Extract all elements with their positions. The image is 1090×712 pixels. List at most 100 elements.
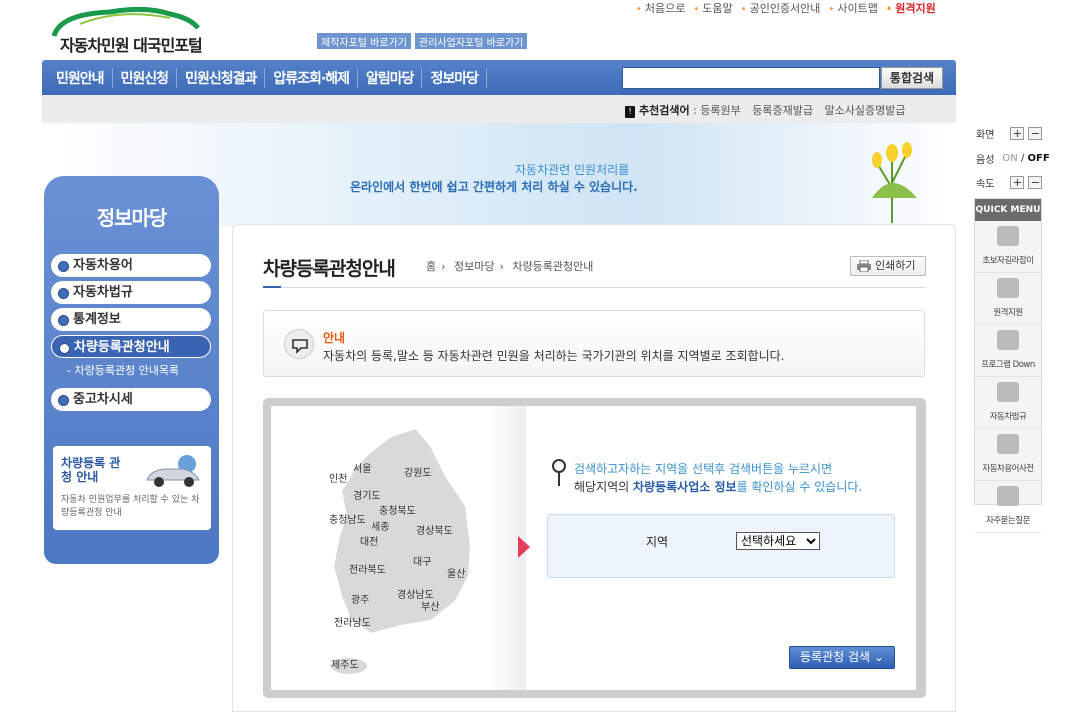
quick-item-label: 원격지원 bbox=[993, 308, 1023, 318]
region-chungbuk[interactable]: 충청북도 bbox=[379, 502, 416, 517]
region-gyeonggi[interactable]: 경기도 bbox=[353, 487, 381, 502]
guide-icon bbox=[284, 329, 314, 359]
region-jeju[interactable]: 제주도 bbox=[331, 656, 359, 671]
voice-control: 음성 ON / OFF bbox=[976, 153, 1050, 166]
nav-item-apply-result[interactable]: 민원신청결과 bbox=[177, 67, 266, 88]
nav-item-notice[interactable]: 알림마당 bbox=[358, 67, 423, 88]
breadcrumb-home[interactable]: 홈 bbox=[426, 260, 436, 273]
recommend-keyword[interactable]: 말소사실증명발급 bbox=[825, 104, 906, 117]
title-divider bbox=[263, 286, 925, 288]
region-gwangju[interactable]: 광주 bbox=[351, 591, 369, 606]
logo-text: 자동차민원 대국민포털 bbox=[60, 36, 203, 55]
maker-portal-button[interactable]: 제작자포털 바로가기 bbox=[317, 33, 411, 49]
region-gangwon[interactable]: 강원도 bbox=[404, 464, 432, 479]
recommend-label: 추천검색어 bbox=[639, 104, 690, 117]
quick-item-label: 자주묻는질문 bbox=[986, 516, 1030, 526]
quick-item-beginner-guide[interactable]: 초보자길라잡이 bbox=[975, 226, 1041, 273]
integrated-search-input[interactable] bbox=[622, 67, 880, 89]
quick-item-program-download[interactable]: 프로그램 Down bbox=[975, 330, 1041, 377]
business-portal-button[interactable]: 관리사업자포털 바로가기 bbox=[415, 33, 528, 49]
zoom-out-button[interactable]: − bbox=[1028, 127, 1043, 140]
voice-off-button[interactable]: OFF bbox=[1028, 153, 1050, 164]
region-daejeon[interactable]: 대전 bbox=[360, 533, 378, 548]
integrated-search-button[interactable]: 통합검색 bbox=[881, 67, 943, 89]
banner-line1: 자동차관련 민원처리를 bbox=[515, 163, 630, 177]
sidebar-item-terms[interactable]: 자동차용어 bbox=[51, 254, 211, 277]
region-jeonnam[interactable]: 전라남도 bbox=[334, 614, 371, 629]
magnifier-icon bbox=[552, 459, 566, 486]
voice-label: 음성 bbox=[976, 155, 995, 166]
question-icon bbox=[997, 486, 1019, 506]
nav-item-civil-guide[interactable]: 민원안내 bbox=[42, 67, 113, 88]
quick-item-label: 프로그램 Down bbox=[981, 360, 1035, 370]
region-busan[interactable]: 부산 bbox=[421, 598, 439, 613]
banner-line2: 온라인에서 한번에 쉽고 간편하게 처리 하실 수 있습니다. bbox=[350, 180, 638, 194]
wrench-icon bbox=[997, 434, 1019, 454]
site-logo[interactable]: 자동차민원 대국민포털 bbox=[50, 4, 240, 55]
speed-up-button[interactable]: + bbox=[1010, 176, 1025, 189]
guide-line2-post: 를 확인하실 수 있습니다. bbox=[736, 480, 863, 494]
region-incheon[interactable]: 인천 bbox=[329, 470, 347, 485]
tools-icon bbox=[997, 278, 1019, 298]
sidebar-info-card[interactable]: 차량등록 관청 안내 자동차 민원업무를 처리할 수 있는 차량등록관청 안내 bbox=[53, 446, 211, 530]
sidebar-item-laws[interactable]: 자동차법규 bbox=[51, 281, 211, 304]
document-icon bbox=[997, 226, 1019, 246]
region-chungnam[interactable]: 충청남도 bbox=[329, 511, 366, 526]
sidebar-subitem-registry-list[interactable]: 차량등록관청 안내목록 bbox=[51, 362, 211, 378]
util-link-sitemap[interactable]: 사이트맵 bbox=[828, 0, 877, 16]
sidebar: 정보마당 자동차용어 자동차법규 통계정보 차량등록관청안내 차량등록관청 안내… bbox=[44, 176, 219, 564]
nav-item-info[interactable]: 정보마당 bbox=[422, 67, 488, 88]
korea-map: 서울 인천 강원도 경기도 충청북도 충청남도 세종 대전 경상북도 대구 전라… bbox=[271, 406, 526, 690]
region-seoul[interactable]: 서울 bbox=[353, 460, 371, 475]
utility-links: 처음으로 도움말 공인인증서안내 사이트맵 원격지원 bbox=[636, 0, 936, 16]
screen-zoom-control: 화면 + − bbox=[976, 126, 1043, 141]
quick-item-label: 자동차법규 bbox=[989, 412, 1027, 422]
breadcrumb-current: 차량등록관청안내 bbox=[512, 260, 594, 273]
region-ulsan[interactable]: 울산 bbox=[447, 565, 465, 580]
arrow-right-icon bbox=[518, 536, 530, 558]
exclamation-icon: ! bbox=[625, 106, 635, 118]
registry-search-button[interactable]: 등록관청 검색 ⌄ bbox=[789, 646, 895, 669]
region-jeonbuk[interactable]: 전라북도 bbox=[349, 561, 386, 576]
quick-item-car-laws[interactable]: 자동차법규 bbox=[975, 382, 1041, 429]
region-gyeongbuk[interactable]: 경상북도 bbox=[416, 522, 453, 537]
voice-on-button[interactable]: ON bbox=[1002, 153, 1017, 164]
region-search-area: 서울 인천 강원도 경기도 충청북도 충청남도 세종 대전 경상북도 대구 전라… bbox=[263, 398, 926, 698]
recommend-keyword[interactable]: 등록증재발급 bbox=[752, 104, 813, 117]
nav-item-civil-apply[interactable]: 민원신청 bbox=[113, 67, 178, 88]
sidebar-title: 정보마당 bbox=[96, 206, 168, 230]
nav-item-seizure[interactable]: 압류조회·해제 bbox=[265, 67, 358, 88]
region-daegu[interactable]: 대구 bbox=[413, 553, 431, 568]
zoom-in-button[interactable]: + bbox=[1010, 127, 1025, 140]
speed-down-button[interactable]: − bbox=[1028, 176, 1043, 189]
quick-item-dictionary[interactable]: 자동차용어사전 bbox=[975, 434, 1041, 481]
guide-line2-bold: 차량등록사업소 정보 bbox=[633, 480, 737, 494]
util-link-home[interactable]: 처음으로 bbox=[636, 0, 685, 16]
breadcrumb-info[interactable]: 정보마당 bbox=[454, 260, 494, 273]
quick-item-label: 초보자길라잡이 bbox=[982, 256, 1034, 266]
sidebar-item-registry-office[interactable]: 차량등록관청안내 bbox=[51, 335, 211, 358]
monitor-icon bbox=[997, 330, 1019, 350]
quick-item-remote-support[interactable]: 원격지원 bbox=[975, 278, 1041, 325]
recommend-keyword[interactable]: 등록원부 bbox=[700, 104, 740, 117]
notice-box: 안내 자동차의 등록,말소 등 자동차관련 민원을 처리하는 국가기관의 위치를… bbox=[263, 310, 925, 377]
region-select[interactable]: 선택하세요 bbox=[736, 532, 820, 550]
info-card-title: 차량등록 관청 안내 bbox=[61, 456, 121, 484]
util-link-help[interactable]: 도움말 bbox=[693, 0, 732, 16]
page-root: 처음으로 도움말 공인인증서안내 사이트맵 원격지원 자동차민원 대국민포털 제… bbox=[0, 0, 1090, 712]
print-button[interactable]: 인쇄하기 bbox=[850, 256, 926, 276]
util-link-cert[interactable]: 공인인증서안내 bbox=[741, 0, 821, 16]
page-title: 차량등록관청안내 bbox=[263, 258, 396, 280]
chevron-down-icon: ⌄ bbox=[873, 650, 884, 664]
region-label: 지역 bbox=[646, 535, 669, 549]
sidebar-item-stats[interactable]: 통계정보 bbox=[51, 308, 211, 331]
registry-search-label: 등록관청 검색 bbox=[800, 650, 871, 664]
printer-icon bbox=[857, 260, 871, 272]
util-link-remote-support[interactable]: 원격지원 bbox=[886, 0, 935, 16]
quick-item-faq[interactable]: 자주묻는질문 bbox=[975, 486, 1041, 533]
sidebar-item-used-car-price[interactable]: 중고차시세 bbox=[51, 388, 211, 411]
main-content: 차량등록관청안내 홈 › 정보마당 › 차량등록관청안내 인쇄하기 안내 자동차의 … bbox=[232, 224, 956, 712]
korea-map-graphic bbox=[331, 426, 473, 674]
notice-text: 자동차의 등록,말소 등 자동차관련 민원을 처리하는 국가기관의 위치를 지역… bbox=[323, 349, 785, 363]
region-sejong[interactable]: 세종 bbox=[371, 518, 389, 533]
